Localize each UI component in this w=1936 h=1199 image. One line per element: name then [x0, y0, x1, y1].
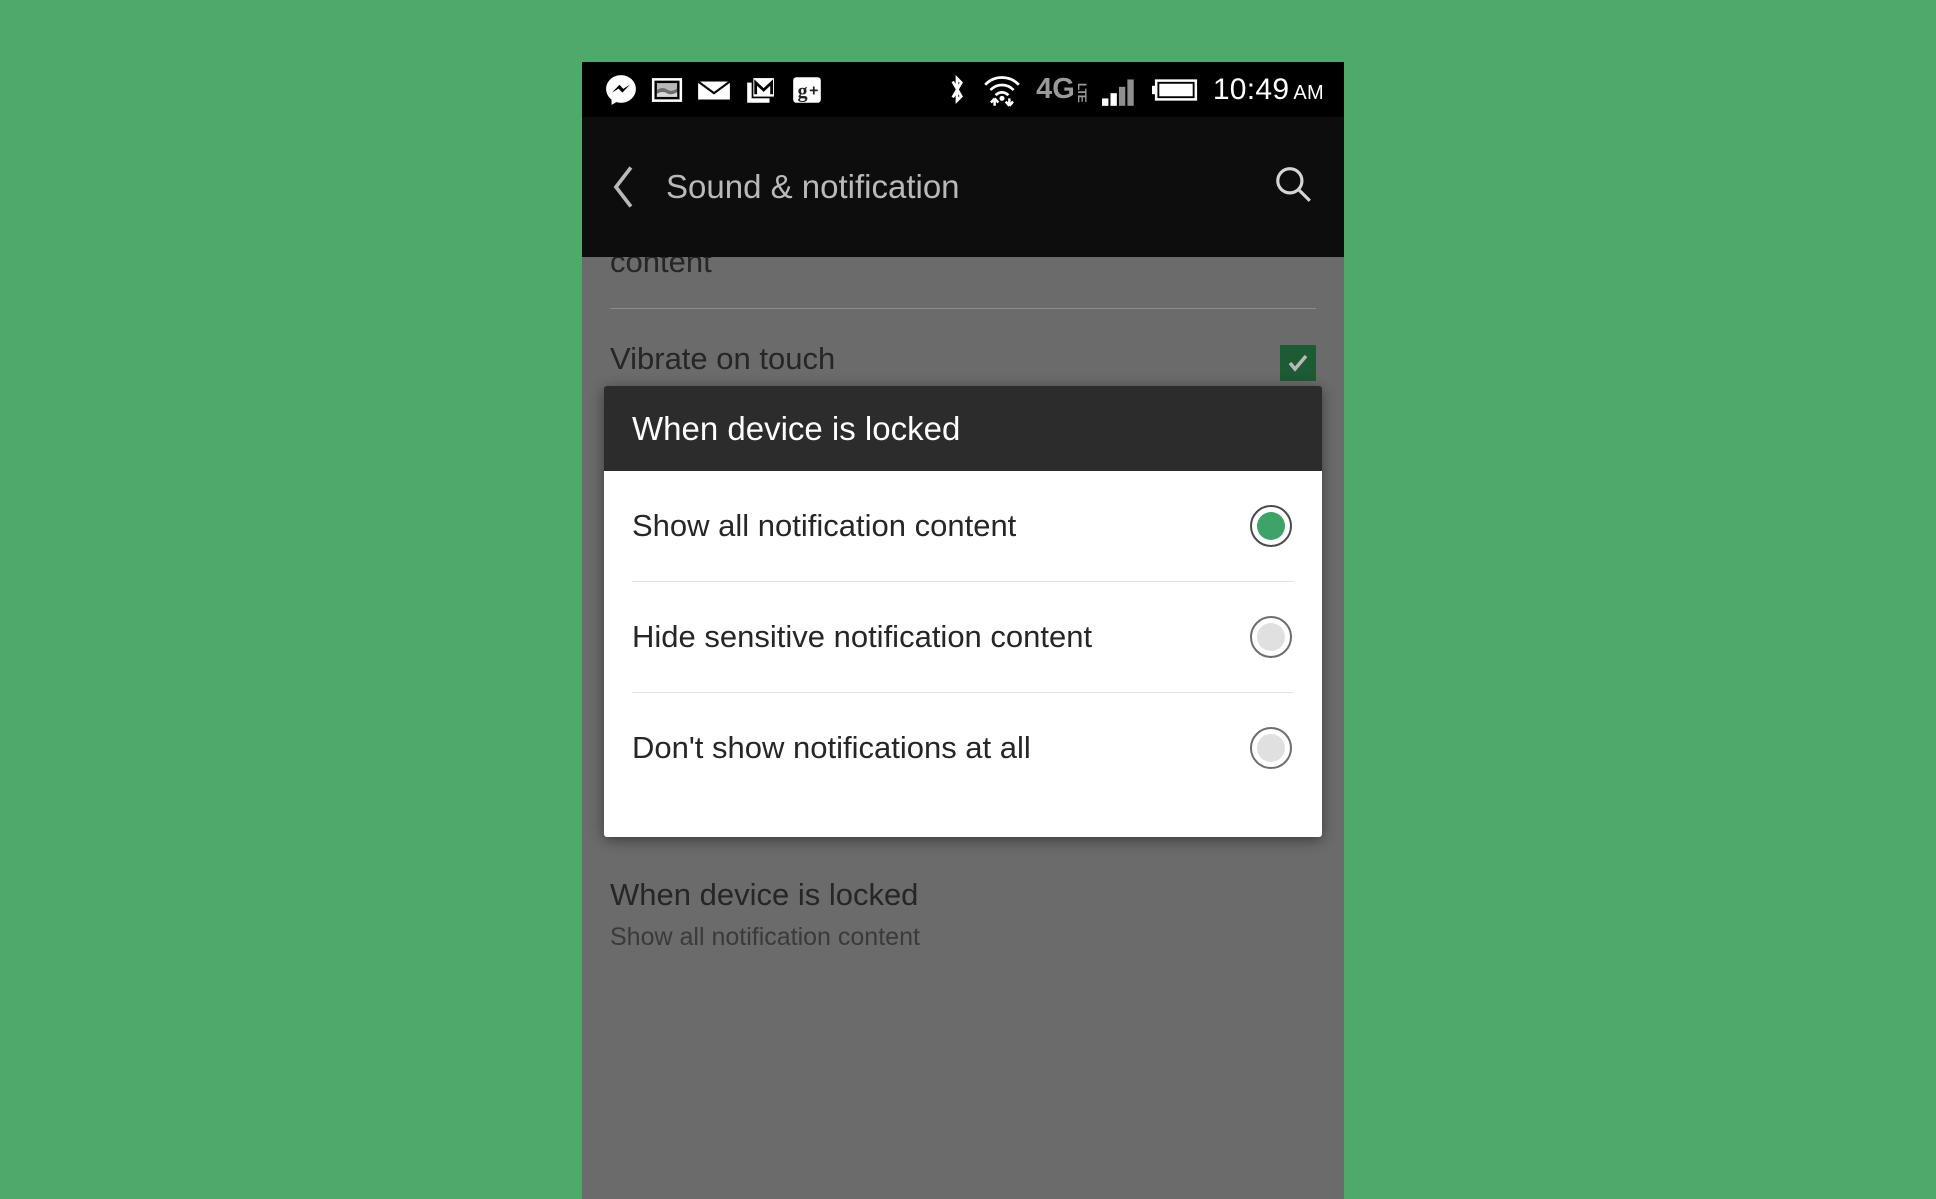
- setting-title: Vibrate on touch: [610, 341, 836, 376]
- dialog-option-hide-sensitive-notification-content[interactable]: Hide sensitive notification content: [604, 582, 1322, 692]
- network-type-sublabel: LTE: [1074, 83, 1089, 102]
- wifi-icon: [984, 75, 1020, 107]
- google-plus-icon: g +: [793, 76, 821, 103]
- dialog-options-list: Show all notification content Hide sensi…: [604, 471, 1322, 837]
- network-type-label: 4G: [1036, 73, 1075, 105]
- radio-dot: [1257, 512, 1285, 540]
- setting-title: When device is locked: [610, 877, 919, 912]
- action-bar: Sound & notification: [582, 117, 1344, 257]
- radio-button-unselected[interactable]: [1250, 616, 1292, 658]
- search-glyph: [1276, 166, 1311, 202]
- dialog-header: When device is locked: [604, 386, 1322, 471]
- radio-button-unselected[interactable]: [1250, 727, 1292, 769]
- messenger-icon: [606, 74, 636, 105]
- svg-text:g: g: [797, 80, 807, 102]
- setting-subtitle: Show all notification content: [610, 923, 920, 951]
- clock-ampm: AM: [1293, 81, 1324, 104]
- option-label: Don't show notifications at all: [632, 730, 1031, 765]
- check-icon: [1288, 354, 1308, 372]
- dialog-bottom-padding: [604, 803, 1322, 837]
- page-title: Sound & notification: [666, 168, 960, 205]
- dialog-option-dont-show-notifications-at-all[interactable]: Don't show notifications at all: [604, 693, 1322, 803]
- clock-time: 10:49: [1212, 72, 1290, 106]
- back-chevron-icon[interactable]: [604, 164, 644, 210]
- status-bar-clock: 10:49 AM: [1213, 73, 1324, 107]
- radio-dot: [1257, 734, 1285, 762]
- back-chevron-glyph: [613, 166, 633, 208]
- status-bar: g + 4G LTE 10:49 AM: [582, 62, 1344, 117]
- phone-screen: Play sounds when refreshing feeds and co…: [582, 62, 1344, 1199]
- dialog-title: When device is locked: [632, 409, 961, 447]
- option-label: Hide sensitive notification content: [632, 619, 1093, 654]
- bluetooth-icon: [951, 74, 964, 104]
- when-device-is-locked-dialog: When device is locked Show all notificat…: [604, 386, 1322, 837]
- radio-dot: [1257, 623, 1285, 651]
- setting-row-when-device-is-locked[interactable]: When device is locked Show all notificat…: [582, 837, 1344, 957]
- battery-icon: [1151, 78, 1197, 101]
- status-bar-system-icons: 4G LTE 10:49 AM: [946, 73, 1324, 107]
- dialog-option-show-all-notification-content[interactable]: Show all notification content: [604, 471, 1322, 581]
- gmail-icon: [747, 75, 776, 103]
- screenshot-icon: [651, 77, 683, 102]
- svg-text:+: +: [809, 82, 818, 99]
- option-label: Show all notification content: [632, 508, 1017, 543]
- signal-bars-icon: [1101, 78, 1134, 106]
- setting-checkbox[interactable]: [1280, 345, 1316, 381]
- email-icon: [697, 80, 731, 100]
- network-type-icon: 4G LTE: [1036, 73, 1089, 105]
- status-bar-notification-icons: g +: [604, 73, 824, 107]
- search-icon[interactable]: [1272, 164, 1314, 211]
- radio-button-selected[interactable]: [1250, 505, 1292, 547]
